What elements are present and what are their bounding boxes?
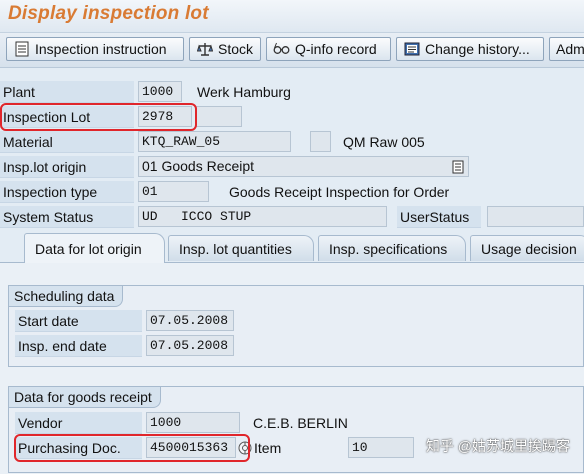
plant-description: Werk Hamburg	[197, 84, 291, 100]
material-extra-field[interactable]	[310, 131, 331, 152]
inspection-lot-extra-field[interactable]	[196, 106, 242, 127]
q-info-record-button[interactable]: Q-info record	[266, 37, 391, 61]
start-date-field[interactable]: 07.05.2008	[146, 310, 234, 331]
goods-receipt-title: Data for goods receipt	[9, 387, 161, 408]
inspection-instruction-label: Inspection instruction	[35, 41, 167, 57]
material-field[interactable]: KTQ_RAW_05	[138, 131, 291, 152]
material-label: Material	[0, 131, 134, 153]
insp-end-date-field[interactable]: 07.05.2008	[146, 335, 234, 356]
insp-lot-origin-label: Insp.lot origin	[0, 156, 134, 178]
tab-label: Insp. specifications	[329, 241, 448, 257]
watermark-text: 知乎 @姑苏城里挨踢客	[425, 438, 570, 454]
material-description: QM Raw 005	[343, 134, 425, 150]
tab-data-for-lot-origin[interactable]: Data for lot origin	[24, 233, 165, 263]
window-title: Display inspection lot	[8, 3, 209, 24]
user-status-label: UserStatus	[397, 206, 481, 228]
tab-insp-lot-quantities[interactable]: Insp. lot quantities	[168, 235, 314, 261]
plant-label: Plant	[0, 81, 134, 103]
tab-label: Data for lot origin	[35, 241, 142, 257]
glasses-icon	[273, 41, 290, 58]
inspection-instruction-button[interactable]: Inspection instruction	[6, 37, 184, 61]
user-status-field[interactable]	[487, 206, 584, 227]
insp-end-date-label: Insp. end date	[15, 335, 142, 357]
system-status-field[interactable]: UD ICCO STUP	[138, 206, 387, 227]
stock-button[interactable]: Stock	[189, 37, 261, 61]
tab-insp-specifications[interactable]: Insp. specifications	[318, 235, 466, 261]
tab-usage-decision[interactable]: Usage decision	[470, 235, 584, 261]
dropdown-list-icon[interactable]	[452, 160, 464, 174]
history-icon	[403, 41, 420, 58]
tab-label: Usage decision	[481, 241, 577, 257]
adm-label: Adm	[556, 41, 584, 57]
plant-field[interactable]: 1000	[138, 81, 182, 102]
scheduling-data-title: Scheduling data	[9, 286, 124, 307]
stock-label: Stock	[218, 41, 254, 57]
application-toolbar: Inspection instruction Stock Q-info reco…	[0, 33, 584, 68]
balance-icon	[196, 41, 213, 58]
change-history-label: Change history...	[425, 41, 530, 57]
item-label: Item	[254, 440, 282, 456]
vendor-field[interactable]: 1000	[146, 412, 240, 433]
inspection-type-field[interactable]: 01	[138, 181, 209, 202]
highlight-purchasing-doc	[14, 434, 250, 462]
system-status-label: System Status	[0, 206, 134, 228]
change-history-button[interactable]: Change history...	[396, 37, 544, 61]
vendor-label: Vendor	[15, 412, 142, 434]
tab-strip: Data for lot origin Insp. lot quantities…	[0, 233, 584, 263]
item-field[interactable]: 10	[348, 437, 414, 458]
highlight-inspection-lot	[0, 103, 197, 131]
adm-button[interactable]: Adm	[549, 37, 584, 61]
tab-label: Insp. lot quantities	[179, 241, 292, 257]
title-bar: Display inspection lot	[0, 0, 584, 33]
insp-lot-origin-field[interactable]: 01 Goods Receipt	[138, 156, 469, 177]
start-date-label: Start date	[15, 310, 142, 332]
list-doc-icon	[13, 41, 30, 58]
inspection-type-label: Inspection type	[0, 181, 134, 203]
vendor-description: C.E.B. BERLIN	[253, 415, 348, 431]
q-info-record-label: Q-info record	[295, 41, 377, 57]
inspection-type-description: Goods Receipt Inspection for Order	[229, 184, 450, 200]
